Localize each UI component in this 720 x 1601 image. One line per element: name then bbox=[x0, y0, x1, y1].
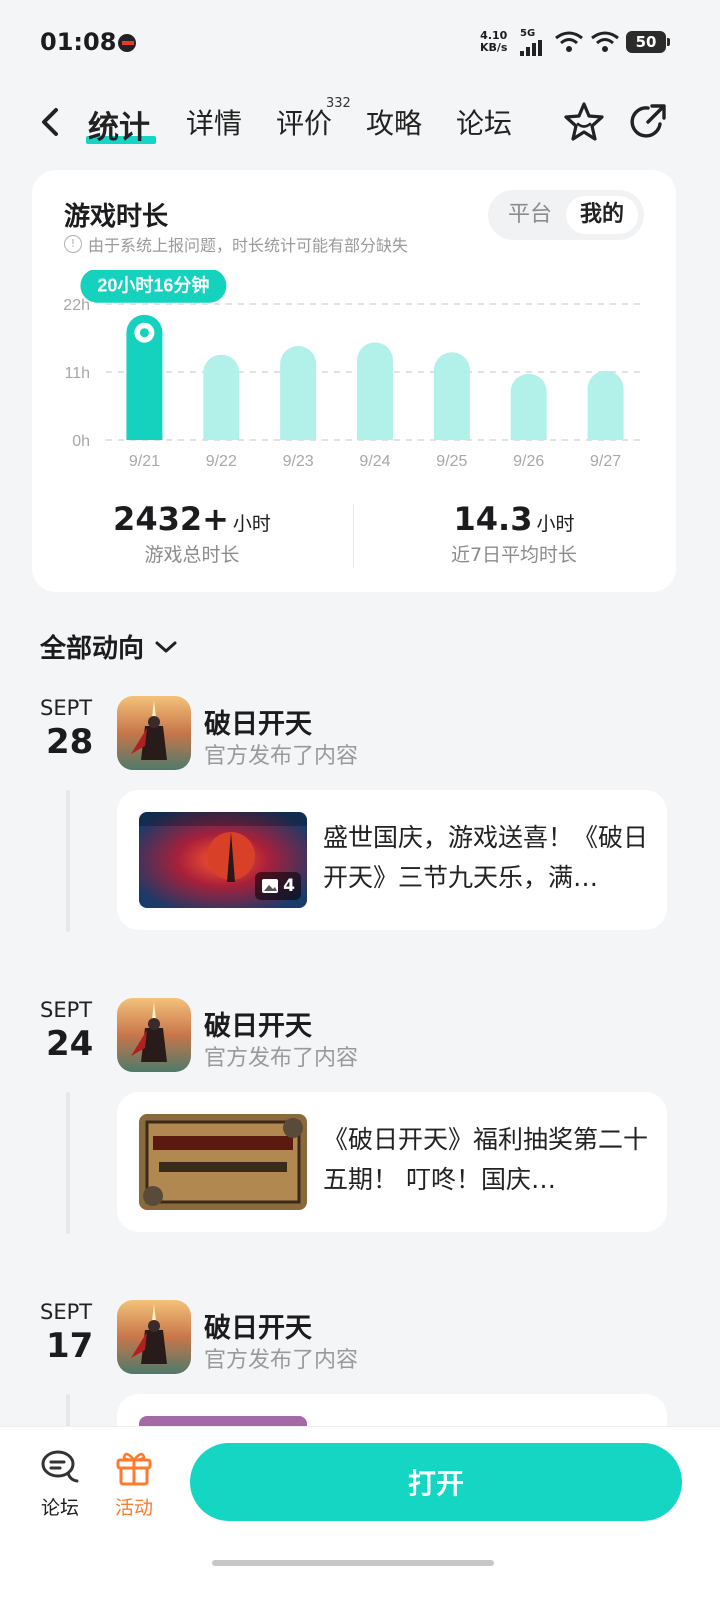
back-icon[interactable] bbox=[34, 104, 70, 140]
game-name: 破日开天 bbox=[204, 1313, 312, 1344]
tab-stats[interactable]: 统计 bbox=[88, 102, 150, 147]
post-card[interactable]: 《破日开天》福利抽奖第二十五期！ 叮咚！国庆… bbox=[117, 1092, 667, 1232]
status-bar: 01:08 4.10 KB/s 5G 50 bbox=[0, 0, 720, 80]
game-name: 破日开天 bbox=[204, 1011, 312, 1042]
notification-icon bbox=[118, 34, 136, 52]
chart-bar bbox=[510, 373, 547, 440]
tab-guides[interactable]: 攻略 bbox=[366, 102, 422, 142]
feed-day: 17 bbox=[46, 1326, 94, 1366]
home-indicator[interactable] bbox=[212, 1560, 494, 1566]
avg-unit: 小时 bbox=[536, 513, 575, 535]
y-tick-label: 11h bbox=[64, 365, 90, 382]
feed-month: SEPT bbox=[40, 1300, 93, 1324]
activity-button[interactable]: 活动 bbox=[104, 1447, 164, 1520]
game-icon[interactable] bbox=[117, 998, 191, 1072]
image-icon bbox=[262, 879, 279, 893]
timeline-line bbox=[66, 1092, 70, 1234]
image-count: 4 bbox=[283, 876, 295, 896]
chart-bar bbox=[587, 370, 624, 440]
x-tick-label: 9/26 bbox=[513, 453, 544, 470]
activity-label: 活动 bbox=[114, 1497, 153, 1519]
x-tick-label: 9/22 bbox=[206, 453, 237, 470]
feed-day: 28 bbox=[46, 722, 94, 762]
forum-label: 论坛 bbox=[40, 1497, 79, 1519]
x-tick-label: 9/23 bbox=[283, 453, 314, 470]
toggle-platform[interactable]: 平台 bbox=[494, 196, 566, 234]
card-note: ! 由于系统上报问题，时长统计可能有部分缺失 bbox=[64, 232, 408, 256]
avg-label: 近7日平均时长 bbox=[450, 544, 578, 566]
y-tick-label: 22h bbox=[63, 297, 90, 314]
post-text: 盛世国庆，游戏送喜！《破日开天》三节九天乐，满… bbox=[323, 823, 649, 892]
total-value: 2432+ bbox=[113, 500, 229, 538]
bar-tooltip-text: 20小时16分钟 bbox=[97, 275, 209, 296]
playtime-chart: 22h 11h 0h 9/21 9/22 9/23 9/24 9/25 9/26 9/27 20小时… bbox=[63, 270, 644, 470]
wifi-icon bbox=[555, 31, 583, 52]
total-label: 游戏总时长 bbox=[144, 544, 240, 566]
post-thumbnail bbox=[139, 1114, 307, 1210]
chevron-down-icon bbox=[155, 641, 177, 652]
total-unit: 小时 bbox=[232, 513, 271, 535]
feed-action: 官方发布了内容 bbox=[204, 1046, 359, 1071]
x-tick-label: 9/21 bbox=[129, 453, 160, 470]
post-card[interactable]: 4 盛世国庆，游戏送喜！《破日开天》三节九天乐，满… bbox=[117, 790, 667, 930]
avg-value: 14.3 bbox=[453, 500, 533, 538]
star-icon[interactable] bbox=[562, 100, 606, 144]
info-icon: ! bbox=[64, 235, 82, 253]
x-tick-label: 9/24 bbox=[359, 453, 390, 470]
forum-icon bbox=[41, 1450, 79, 1483]
note-text: 由于系统上报问题，时长统计可能有部分缺失 bbox=[88, 236, 409, 255]
toggle-mine[interactable]: 我的 bbox=[566, 196, 638, 234]
network-speed: 4.10 KB/s bbox=[480, 30, 507, 54]
feed-action: 官方发布了内容 bbox=[204, 744, 359, 769]
speed-unit: KB/s bbox=[480, 41, 508, 54]
chart-bar bbox=[280, 346, 317, 440]
playtime-card: 游戏时长 ! 由于系统上报问题，时长统计可能有部分缺失 平台 我的 22h 11h… bbox=[32, 170, 676, 592]
reviews-count: 332 bbox=[326, 96, 351, 111]
feed-month: SEPT bbox=[40, 998, 93, 1022]
feed-day: 24 bbox=[46, 1024, 94, 1064]
tab-forum[interactable]: 论坛 bbox=[456, 102, 512, 142]
avg-playtime: 14.3 小时 近7日平均时长 bbox=[354, 500, 674, 567]
game-icon[interactable] bbox=[117, 696, 191, 770]
bottom-bar: 论坛 活动 打开 bbox=[0, 1426, 720, 1601]
filter-label: 全部动向 bbox=[40, 634, 145, 664]
gift-icon bbox=[116, 1452, 152, 1486]
tab-reviews[interactable]: 评价 bbox=[276, 102, 332, 142]
game-name: 破日开天 bbox=[204, 709, 312, 740]
battery-indicator: 50 bbox=[626, 31, 670, 53]
status-time: 01:08 bbox=[40, 28, 117, 56]
chart-bar bbox=[203, 354, 240, 440]
bar-marker-dot bbox=[139, 328, 149, 338]
chart-bar bbox=[357, 342, 393, 440]
tab-details[interactable]: 详情 bbox=[186, 102, 242, 142]
card-title: 游戏时长 bbox=[64, 202, 169, 232]
y-tick-label: 0h bbox=[72, 433, 90, 450]
game-icon[interactable] bbox=[117, 1300, 191, 1374]
forum-button[interactable]: 论坛 bbox=[30, 1447, 90, 1520]
network-type: 5G bbox=[520, 28, 536, 39]
summary: 2432+ 小时 游戏总时长 14.3 小时 近7日平均时长 bbox=[32, 500, 676, 580]
total-playtime: 2432+ 小时 游戏总时长 bbox=[32, 500, 352, 567]
signal-icon bbox=[520, 40, 546, 56]
x-tick-label: 9/25 bbox=[436, 453, 467, 470]
feed-action: 官方发布了内容 bbox=[204, 1348, 359, 1373]
timeline-line bbox=[66, 790, 70, 932]
top-nav: 统计 详情 评价 332 攻略 论坛 bbox=[0, 96, 720, 152]
wifi-icon-2 bbox=[591, 31, 619, 52]
feed-filter[interactable]: 全部动向 bbox=[40, 628, 178, 665]
feed-month: SEPT bbox=[40, 696, 93, 720]
image-count-badge: 4 bbox=[255, 872, 301, 900]
scope-toggle: 平台 我的 bbox=[488, 190, 644, 240]
chart-bar bbox=[433, 352, 470, 440]
share-icon[interactable] bbox=[626, 100, 670, 144]
open-button[interactable]: 打开 bbox=[190, 1443, 682, 1521]
post-thumbnail: 4 bbox=[139, 812, 307, 908]
post-text: 《破日开天》福利抽奖第二十五期！ 叮咚！国庆… bbox=[323, 1125, 649, 1194]
x-tick-label: 9/27 bbox=[590, 453, 621, 470]
